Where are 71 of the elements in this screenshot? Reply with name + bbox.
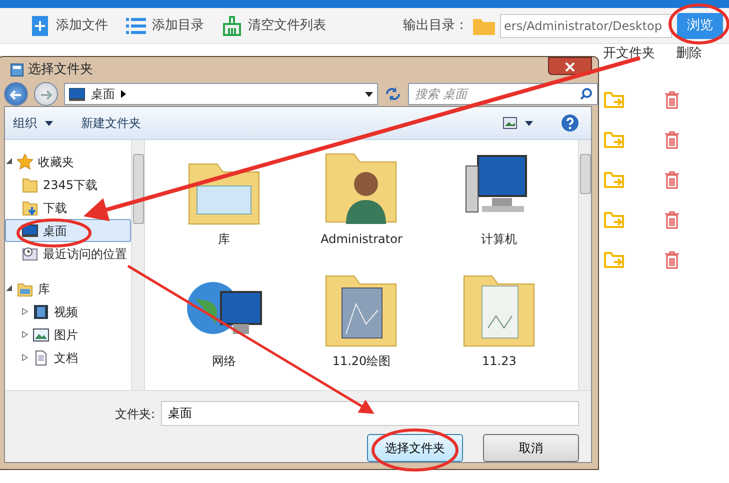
folder-item[interactable]: Administrator xyxy=(292,146,430,268)
library-icon xyxy=(17,280,33,296)
caret-icon xyxy=(525,120,533,126)
close-button[interactable] xyxy=(548,57,592,75)
dialog-button[interactable]: 取消 xyxy=(483,434,579,462)
folder-field[interactable]: 桌面 xyxy=(161,401,579,426)
folder-item[interactable]: 库 xyxy=(155,146,293,268)
forward-button[interactable] xyxy=(34,82,58,106)
nav-item[interactable]: 下载 xyxy=(5,196,131,219)
refresh-icon xyxy=(384,86,402,102)
back-arrow-icon xyxy=(10,90,22,100)
desktop-icon xyxy=(22,222,38,238)
open-folder-icon xyxy=(604,212,624,228)
trash-icon xyxy=(664,131,680,149)
recent-icon xyxy=(22,246,38,262)
desktop-icon xyxy=(69,88,85,100)
folder-item[interactable]: 计算机 xyxy=(430,146,568,268)
address-location: 桌面 xyxy=(91,86,115,103)
caret-icon xyxy=(45,120,53,126)
download-icon xyxy=(22,200,38,216)
folder-item[interactable]: 11.23 xyxy=(430,268,568,390)
dropdown-icon xyxy=(365,92,373,96)
column-header: 开文件夹 xyxy=(603,45,655,63)
back-button[interactable] xyxy=(4,82,28,106)
breadcrumb-arrow-icon xyxy=(121,90,126,98)
nav-item[interactable]: 图片 xyxy=(5,323,131,346)
open-folder-icon xyxy=(604,172,624,188)
open-folder-icon xyxy=(604,92,624,108)
toolbar-button[interactable]: 添加文件 xyxy=(30,16,108,36)
view-button[interactable] xyxy=(503,117,533,129)
folder-label: 文件夹: xyxy=(115,406,156,422)
nav-item[interactable]: 库 xyxy=(5,277,131,300)
open-folder-icon xyxy=(604,252,624,268)
nav-item[interactable]: 视频 xyxy=(5,300,131,323)
command-button[interactable]: 新建文件夹 xyxy=(81,114,141,132)
trash-icon xyxy=(664,91,680,109)
folder-icon xyxy=(473,16,495,34)
view-icon xyxy=(503,117,517,129)
add-file-icon xyxy=(30,16,50,36)
folder-item[interactable]: 11.20绘图 xyxy=(292,268,430,390)
star-icon xyxy=(17,154,33,170)
open-folder-icon xyxy=(604,132,624,148)
trash-icon xyxy=(664,171,680,189)
close-icon xyxy=(565,62,575,72)
nav-item[interactable]: 最近访问的位置 xyxy=(5,242,131,265)
folder-icon xyxy=(22,176,38,192)
command-button[interactable]: 组织 xyxy=(13,114,53,132)
output-label: 输出目录： xyxy=(403,16,468,35)
window-icon xyxy=(10,62,24,76)
trash-icon xyxy=(664,211,680,229)
forward-arrow-icon xyxy=(40,90,52,100)
folder-item[interactable]: 网络 xyxy=(155,268,293,390)
nav-item[interactable]: 收藏夹 xyxy=(5,150,131,173)
dialog-button[interactable]: 选择文件夹 xyxy=(367,434,463,462)
help-icon xyxy=(561,114,579,132)
nav-item[interactable]: 2345下载 xyxy=(5,173,131,196)
search-field[interactable]: 搜索 桌面 xyxy=(408,83,598,105)
toolbar-button[interactable]: 清空文件列表 xyxy=(222,16,326,36)
column-header: 删除 xyxy=(676,45,702,63)
video-icon xyxy=(33,304,49,320)
broom-icon xyxy=(222,16,242,36)
trash-icon xyxy=(664,251,680,269)
picture-icon xyxy=(33,326,49,342)
address-bar[interactable]: 桌面 xyxy=(64,83,378,105)
help-button[interactable] xyxy=(561,114,579,132)
output-path-field[interactable]: ers/Administrator/Desktop xyxy=(500,14,672,38)
list-icon xyxy=(126,16,146,36)
nav-item[interactable]: 文档 xyxy=(5,346,131,369)
toolbar-button[interactable]: 添加目录 xyxy=(126,16,204,36)
dialog-title: 选择文件夹 xyxy=(28,60,93,79)
document-icon xyxy=(33,350,49,366)
